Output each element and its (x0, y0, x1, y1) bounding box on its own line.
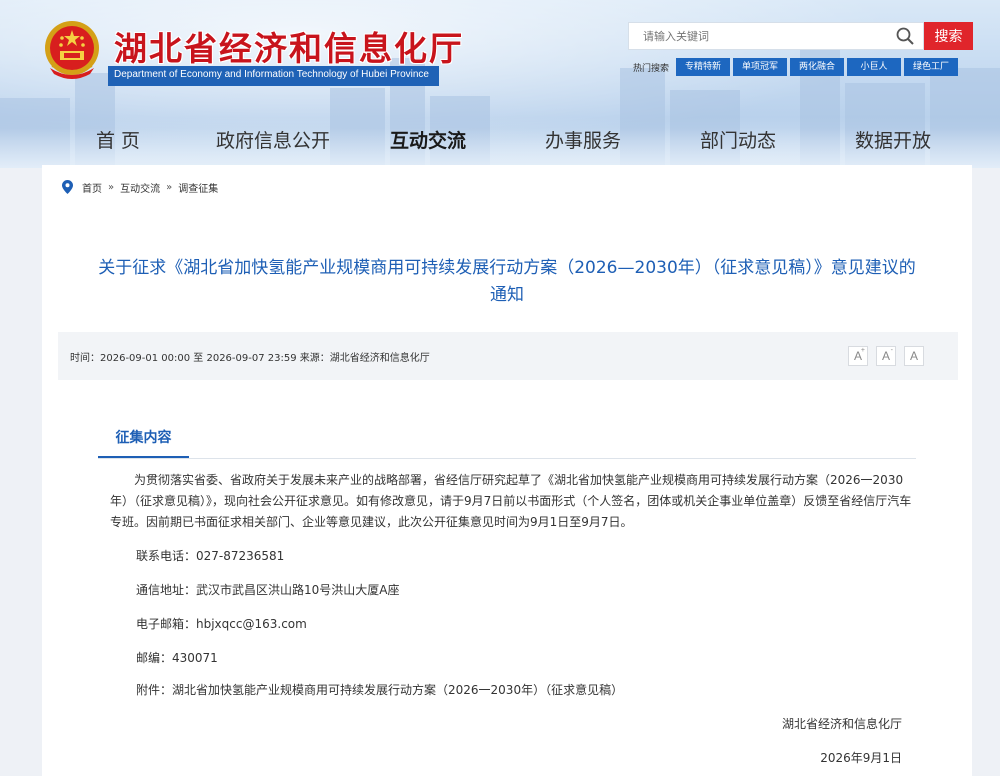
section-tab-collection[interactable]: 征集内容 (98, 423, 189, 459)
attachment-link[interactable]: 附件：湖北省加快氢能产业规模商用可持续发展行动方案（2026一2030年）（征求… (136, 681, 623, 698)
breadcrumb-survey[interactable]: 调查征集 (178, 180, 218, 195)
meta-bar: 时间：2026-09-01 00:00 至 2026-09-07 23:59 来… (58, 332, 958, 380)
content-panel: 首页 » 互动交流 » 调查征集 关于征求《湖北省加快氢能产业规模商用可持续发展… (42, 165, 972, 776)
font-reset-label: A (909, 349, 918, 363)
article-title-line2: 通知 (490, 285, 524, 305)
nav-item-services[interactable]: 办事服务 (545, 126, 621, 153)
font-increase-button[interactable]: A + (848, 346, 868, 366)
nav-item-news[interactable]: 部门动态 (700, 126, 776, 153)
article-title-line1: 关于征求《湖北省加快氢能产业规模商用可持续发展行动方案（2026—2030年）（… (98, 258, 916, 278)
search-input[interactable] (635, 26, 885, 46)
contact-postcode: 邮编：430071 (136, 651, 218, 665)
search-box (628, 22, 924, 50)
search-button[interactable]: 搜索 (924, 22, 973, 50)
contact-phone: 联系电话：027-87236581 (136, 549, 285, 563)
contact-email: 电子邮箱：hbjxqcc@163.com (136, 617, 307, 631)
main-nav: 首 页 政府信息公开 互动交流 办事服务 部门动态 数据开放 (0, 118, 1000, 160)
national-emblem-icon[interactable] (40, 18, 104, 82)
hot-tag[interactable]: 专精特新 (676, 58, 730, 76)
site-title[interactable]: 湖北省经济和信息化厅 (114, 22, 464, 70)
location-pin-icon (62, 180, 73, 194)
hot-search-tags: 专精特新 单项冠军 两化融合 小巨人 绿色工厂 (676, 58, 958, 76)
font-size-controls: A + A- A (848, 346, 924, 366)
nav-item-open-data[interactable]: 数据开放 (855, 126, 931, 153)
breadcrumb-home[interactable]: 首页 (82, 180, 102, 195)
signature-org: 湖北省经济和信息化厅 (781, 717, 902, 731)
hot-tag[interactable]: 小巨人 (847, 58, 901, 76)
article-title: 关于征求《湖北省加快氢能产业规模商用可持续发展行动方案（2026—2030年）（… (50, 255, 964, 309)
section-divider (98, 458, 916, 459)
font-reset-button[interactable]: A (904, 346, 924, 366)
breadcrumb-separator: » (166, 181, 173, 193)
hot-tag[interactable]: 单项冠军 (733, 58, 787, 76)
hot-search-label: 热门搜索 (633, 64, 670, 74)
nav-item-home[interactable]: 首 页 (96, 126, 140, 153)
nav-item-gov-info[interactable]: 政府信息公开 (216, 126, 330, 153)
breadcrumb-separator: » (108, 181, 115, 193)
article-body: 为贯彻落实省委、省政府关于发展未来产业的战略部署，省经信厅研究起草了《湖北省加快… (110, 470, 918, 533)
breadcrumb: 首页 » 互动交流 » 调查征集 (62, 178, 218, 196)
search-icon[interactable] (895, 26, 915, 46)
contact-address: 通信地址：武汉市武昌区洪山路10号洪山大厦A座 (136, 583, 400, 597)
hot-tag[interactable]: 两化融合 (790, 58, 844, 76)
font-decrease-button[interactable]: A- (876, 346, 896, 366)
font-decrease-label: A (881, 349, 890, 363)
hot-tag[interactable]: 绿色工厂 (904, 58, 958, 76)
article-meta: 时间：2026-09-01 00:00 至 2026-09-07 23:59 来… (70, 353, 430, 364)
breadcrumb-interaction[interactable]: 互动交流 (120, 180, 160, 195)
site-subtitle: Department of Economy and Information Te… (108, 66, 439, 86)
signature-date: 2026年9月1日 (820, 751, 902, 765)
article-paragraph: 为贯彻落实省委、省政府关于发展未来产业的战略部署，省经信厅研究起草了《湖北省加快… (110, 473, 912, 529)
nav-item-interaction[interactable]: 互动交流 (390, 126, 466, 153)
